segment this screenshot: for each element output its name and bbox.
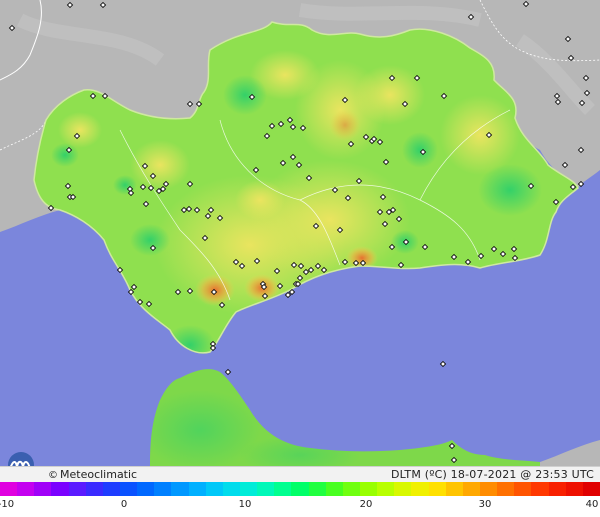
map-caption: DLTM (ºC) 18-07-2021 @ 23:53 UTC bbox=[390, 468, 594, 481]
scale-swatch bbox=[497, 482, 515, 496]
scale-swatch bbox=[445, 482, 463, 496]
scale-swatch bbox=[137, 482, 155, 496]
scale-swatch bbox=[548, 482, 566, 496]
scale-swatch bbox=[565, 482, 583, 496]
scale-tick: 30 bbox=[478, 499, 492, 510]
scale-swatch bbox=[85, 482, 103, 496]
scale-swatch bbox=[257, 482, 275, 496]
scale-swatch bbox=[239, 482, 258, 496]
scale-tick: 20 bbox=[359, 499, 373, 510]
scale-swatch bbox=[171, 482, 189, 496]
scale-swatch bbox=[411, 482, 429, 496]
scale-swatch bbox=[222, 482, 240, 496]
scale-swatch bbox=[394, 482, 412, 496]
scale-swatch bbox=[359, 482, 378, 496]
scale-swatch bbox=[462, 482, 480, 496]
scale-swatch bbox=[119, 482, 138, 496]
scale-swatch bbox=[51, 482, 69, 496]
scale-swatch bbox=[308, 482, 326, 496]
footer-bar: © Meteoclimatic DLTM (ºC) 18-07-2021 @ 23… bbox=[0, 466, 600, 483]
brand-label[interactable]: © Meteoclimatic bbox=[48, 468, 137, 481]
scale-tick: 40 bbox=[585, 499, 599, 510]
scale-swatch bbox=[154, 482, 172, 496]
scale-swatch bbox=[0, 482, 18, 496]
scale-tick: 10 bbox=[238, 499, 252, 510]
scale-swatch bbox=[377, 482, 395, 496]
scale-swatch bbox=[582, 482, 600, 496]
brand-name: Meteoclimatic bbox=[60, 468, 138, 481]
scale-swatch bbox=[479, 482, 498, 496]
scale-swatch bbox=[188, 482, 206, 496]
scale-swatch bbox=[17, 482, 35, 496]
scale-swatch bbox=[514, 482, 532, 496]
scale-swatch bbox=[68, 482, 86, 496]
scale-tick: 0 bbox=[120, 499, 128, 510]
scale-swatch bbox=[325, 482, 343, 496]
scale-swatch bbox=[291, 482, 309, 496]
scale-swatch bbox=[342, 482, 360, 496]
scale-swatch bbox=[205, 482, 223, 496]
temperature-map bbox=[0, 0, 600, 466]
scale-swatch bbox=[102, 482, 120, 496]
scale-swatch bbox=[274, 482, 292, 496]
scale-swatch bbox=[428, 482, 446, 496]
copyright-symbol: © bbox=[48, 470, 58, 481]
map-view: © Meteoclimatic DLTM (ºC) 18-07-2021 @ 23… bbox=[0, 0, 600, 517]
scale-swatch bbox=[34, 482, 52, 496]
temperature-color-scale bbox=[0, 482, 600, 496]
scale-tick-labels: -10 0 10 20 30 40 bbox=[0, 497, 600, 517]
scale-swatch bbox=[531, 482, 549, 496]
scale-tick: -10 bbox=[0, 499, 15, 510]
